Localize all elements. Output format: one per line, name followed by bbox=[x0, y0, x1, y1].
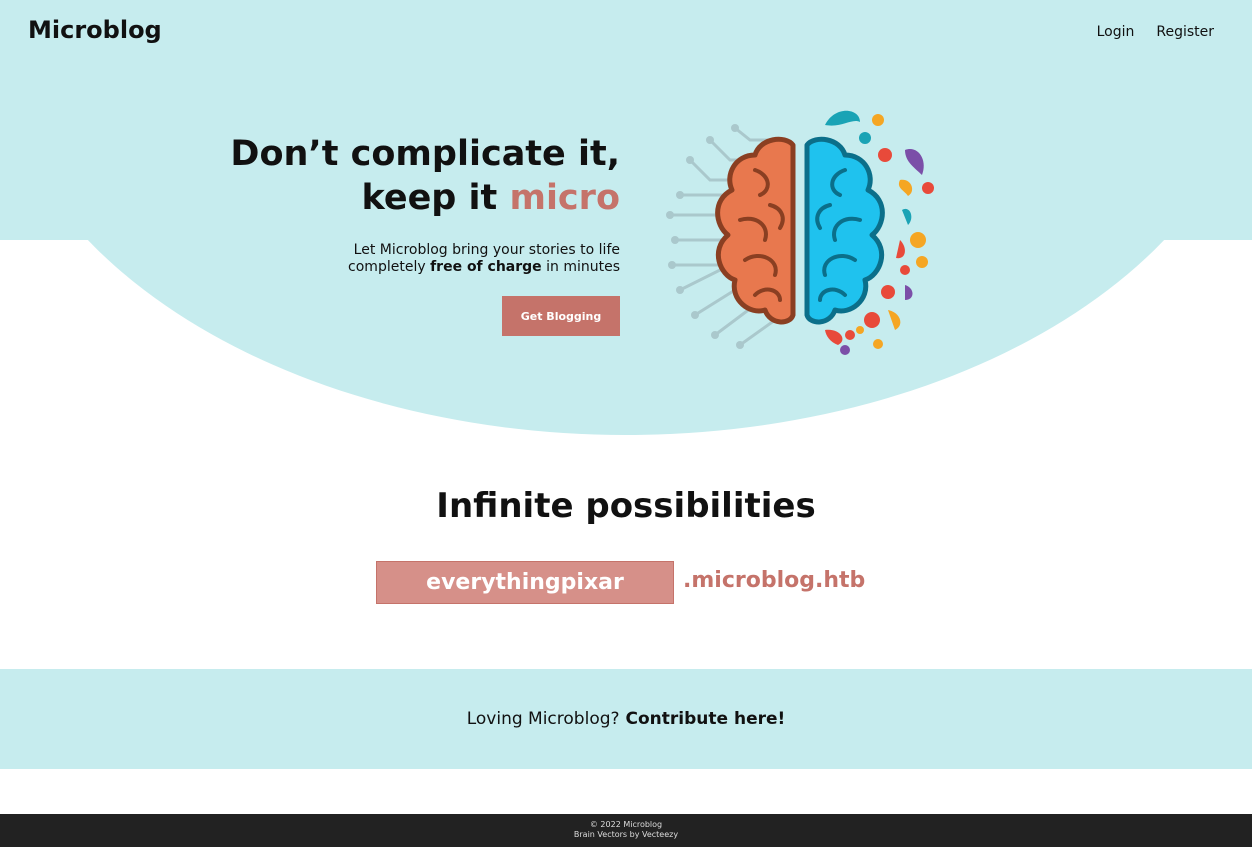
login-link[interactable]: Login bbox=[1097, 24, 1135, 40]
brain-icon bbox=[666, 110, 934, 355]
headline-line-2-prefix: keep it bbox=[361, 178, 510, 218]
contribute-banner: Loving Microblog? Contribute here! bbox=[0, 669, 1252, 769]
hero-headline: Don’t complicate it, keep it micro bbox=[180, 132, 620, 220]
tagline-line-1: Let Microblog bring your stories to life bbox=[353, 242, 620, 258]
hero-tagline: Let Microblog bring your stories to life… bbox=[180, 242, 620, 276]
register-link[interactable]: Register bbox=[1156, 24, 1214, 40]
tagline-prefix: completely bbox=[348, 259, 431, 275]
contribute-link[interactable]: Contribute here! bbox=[626, 709, 786, 729]
tagline-suffix: in minutes bbox=[541, 259, 620, 275]
footer-copyright: © 2022 Microblog bbox=[589, 820, 663, 829]
headline-accent: micro bbox=[509, 178, 620, 218]
subdomain-input[interactable] bbox=[376, 561, 674, 604]
brand-logo[interactable]: Microblog bbox=[28, 16, 162, 44]
footer-credit: Brain Vectors by Vecteezy bbox=[573, 830, 679, 839]
top-nav: Login Register bbox=[1097, 24, 1214, 40]
tagline-bold: free of charge bbox=[430, 259, 542, 275]
hero-text: Don’t complicate it, keep it micro Let M… bbox=[180, 132, 620, 336]
headline-line-1: Don’t complicate it, bbox=[230, 134, 620, 174]
contribute-text: Loving Microblog? bbox=[466, 709, 620, 729]
section-title: Infinite possibilities bbox=[436, 486, 816, 526]
footer: © 2022 Microblog Brain Vectors by Vectee… bbox=[0, 814, 1252, 847]
get-blogging-button[interactable]: Get Blogging bbox=[502, 296, 620, 336]
domain-suffix: .microblog.htb bbox=[683, 568, 866, 593]
